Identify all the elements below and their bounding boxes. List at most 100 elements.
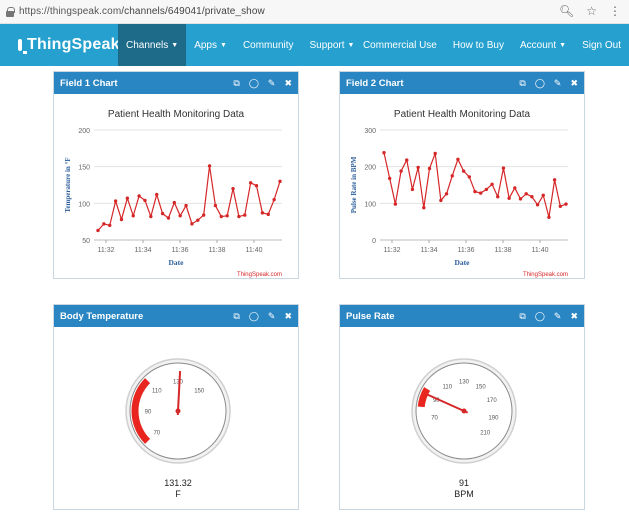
external-link-icon[interactable]: ⧉	[519, 78, 525, 89]
nav-commercial-use[interactable]: Commercial Use	[355, 24, 445, 66]
x-tick-label: 11:36	[458, 247, 475, 254]
gauge-tick-label: 130	[459, 380, 470, 386]
gauge-unit: BPM	[454, 489, 474, 499]
data-point	[547, 215, 551, 219]
data-point	[231, 186, 235, 191]
pencil-icon[interactable]: ✎	[554, 78, 562, 89]
gauge-needle-hub	[461, 408, 467, 414]
data-point	[382, 151, 386, 155]
data-point	[490, 182, 494, 186]
brand-logo[interactable]: ThingSpeak™	[0, 36, 128, 54]
external-link-icon[interactable]: ⧉	[519, 311, 525, 322]
data-point	[254, 184, 259, 188]
data-point	[456, 157, 460, 162]
comment-icon[interactable]: ◯	[249, 78, 259, 89]
data-point	[444, 192, 449, 196]
data-point	[393, 202, 398, 206]
data-point	[427, 166, 432, 171]
panel-title: Field 1 Chart	[60, 77, 118, 89]
data-point	[166, 216, 171, 220]
pencil-icon[interactable]: ✎	[554, 311, 562, 322]
panel-header: Pulse Rate ⧉ ◯ ✎ ✖	[340, 305, 584, 327]
data-point	[143, 198, 147, 203]
x-axis-label: Date	[169, 258, 185, 267]
data-point	[213, 203, 218, 208]
browser-address-bar[interactable]: https://thingspeak.com/channels/649041/p…	[0, 0, 629, 24]
y-axis-label: Temperature in °F	[64, 157, 72, 212]
body-temperature-gauge: 70 90 110 130 150 131.32F	[125, 358, 231, 499]
pulse-rate-gauge: 709011013015017019021091BPM	[411, 358, 517, 499]
data-point	[102, 222, 106, 226]
gauge-tick-label: 90	[145, 410, 152, 416]
field1-chart-panel: Field 1 Chart ⧉ ◯ ✎ ✖ Patient Health Mon…	[53, 71, 299, 279]
panel-header: Field 2 Chart ⧉ ◯ ✎ ✖	[340, 72, 584, 94]
data-point	[387, 176, 392, 181]
pencil-icon[interactable]: ✎	[268, 78, 276, 89]
series-line	[97, 165, 281, 231]
panel-title: Field 2 Chart	[346, 77, 404, 89]
close-icon[interactable]: ✖	[284, 78, 292, 89]
external-link-icon[interactable]: ⧉	[233, 311, 239, 322]
y-axis-label: Pulse Rate in BPM	[350, 156, 358, 213]
x-tick-label: 11:40	[246, 247, 263, 254]
data-point	[201, 213, 206, 217]
gauge-tick-label: 110	[443, 385, 453, 391]
monitor-icon	[18, 39, 27, 54]
nav-sign-out[interactable]: Sign Out	[574, 24, 629, 66]
field2-chart-panel: Field 2 Chart ⧉ ◯ ✎ ✖ Patient Health Mon…	[339, 71, 585, 279]
close-icon[interactable]: ✖	[570, 78, 578, 89]
data-point	[108, 223, 112, 228]
lock-icon	[6, 6, 15, 17]
comment-icon[interactable]: ◯	[249, 311, 259, 322]
gauge-tick-label: 130	[173, 380, 184, 386]
field2-line-chart: Patient Health Monitoring Data 300 200 100 0…	[350, 109, 568, 278]
data-point	[225, 214, 229, 218]
close-icon[interactable]: ✖	[284, 311, 292, 322]
external-link-icon[interactable]: ⧉	[233, 78, 239, 89]
series-line	[383, 152, 567, 218]
y-tick-label: 150	[78, 165, 90, 172]
close-icon[interactable]: ✖	[570, 311, 578, 322]
star-icon[interactable]: ☆	[586, 4, 597, 18]
comment-icon[interactable]: ◯	[535, 78, 545, 89]
nav-account[interactable]: Account ▼	[512, 24, 574, 66]
data-point	[196, 218, 200, 222]
pencil-icon[interactable]: ✎	[268, 311, 276, 322]
data-point	[155, 192, 159, 197]
data-point	[243, 213, 247, 217]
data-point	[119, 217, 124, 222]
data-point	[248, 181, 253, 185]
nav-support[interactable]: Support ▼	[302, 24, 363, 66]
data-point	[149, 214, 153, 219]
data-point	[125, 196, 130, 200]
data-point	[507, 196, 511, 200]
data-point	[260, 211, 265, 215]
panel-header: Body Temperature ⧉ ◯ ✎ ✖	[54, 305, 298, 327]
top-navbar: ThingSpeak™ Channels▼ Apps▼ Community Su…	[0, 24, 629, 66]
gauge-tick-label: 110	[152, 388, 162, 394]
chart-credit: ThingSpeak.com	[523, 272, 568, 278]
gauge-unit: F	[175, 489, 181, 499]
data-point	[501, 166, 506, 170]
data-point	[422, 206, 426, 210]
nav-how-to-buy[interactable]: How to Buy	[445, 24, 512, 66]
data-point	[172, 200, 177, 205]
panel-title: Pulse Rate	[346, 310, 395, 322]
panel-title: Body Temperature	[60, 310, 144, 322]
menu-dots-icon[interactable]: ⋮	[609, 4, 621, 18]
body-temperature-panel: Body Temperature ⧉ ◯ ✎ ✖ 70 90 110 130 150 13…	[53, 304, 299, 510]
comment-icon[interactable]: ◯	[535, 311, 545, 322]
x-tick-label: 11:38	[495, 247, 512, 254]
gauge-value: 91	[459, 478, 469, 488]
data-point	[131, 214, 135, 218]
url-text[interactable]: https://thingspeak.com/channels/649041/p…	[19, 6, 265, 17]
nav-apps[interactable]: Apps ▼	[186, 24, 235, 66]
data-point	[541, 193, 545, 197]
nav-channels[interactable]: Channels ▼	[118, 24, 187, 66]
gauge-value: 131.32	[164, 478, 192, 488]
zoom-icon[interactable]: 🔍︎	[559, 4, 574, 18]
data-point	[410, 187, 415, 192]
nav-community[interactable]: Community	[235, 24, 302, 66]
data-point	[237, 214, 241, 219]
data-point	[433, 151, 437, 156]
